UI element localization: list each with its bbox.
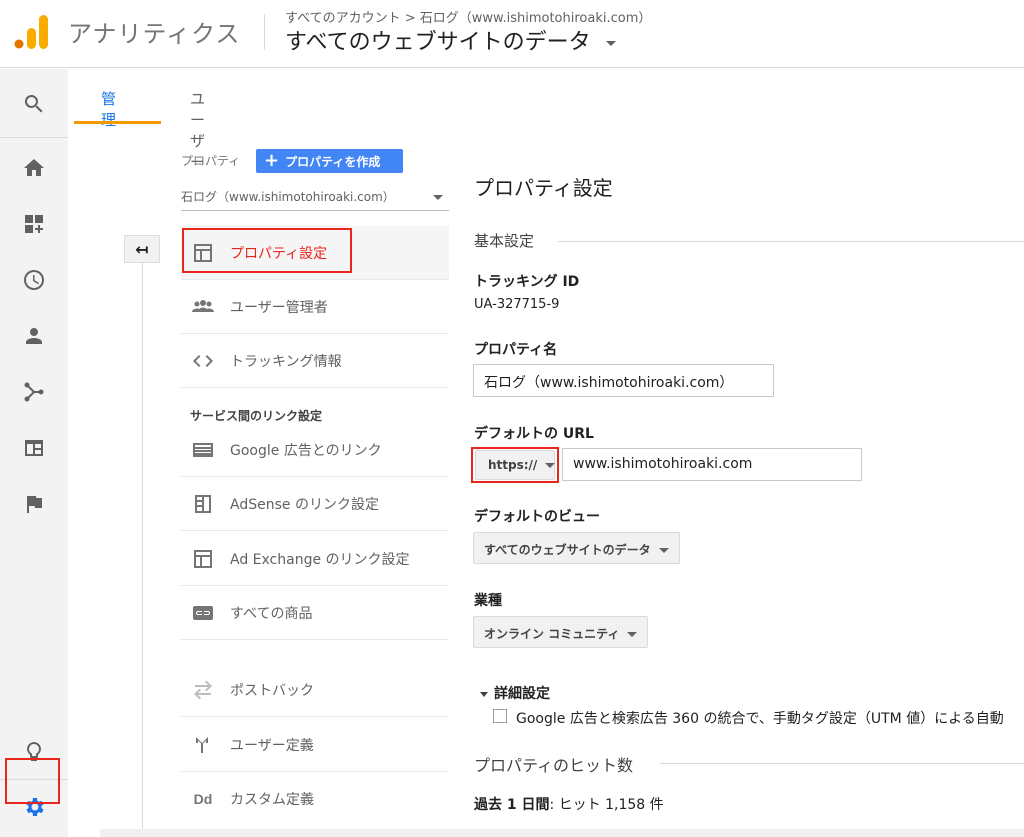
ad-exchange-layout-icon bbox=[191, 547, 215, 571]
section-divider bbox=[660, 763, 1024, 764]
plus-icon: + bbox=[264, 150, 280, 171]
advanced-settings-label: 詳細設定 bbox=[494, 686, 550, 702]
menu-adsense-link[interactable]: AdSense のリンク設定 bbox=[181, 477, 449, 531]
create-property-label: プロパティを作成 bbox=[285, 154, 381, 169]
menu-label: カスタム定義 bbox=[230, 792, 314, 808]
default-url-label: デフォルトの URL bbox=[474, 426, 594, 442]
default-view-label: デフォルトのビュー bbox=[474, 509, 600, 525]
column-divider bbox=[142, 263, 143, 833]
section-linking-label: サービス間のリンク設定 bbox=[190, 409, 323, 423]
auto-tagging-override-checkbox[interactable] bbox=[493, 709, 507, 723]
property-name-label: プロパティ名 bbox=[474, 342, 558, 358]
highlight-admin-box bbox=[5, 758, 60, 804]
industry-value: オンライン コミュニティ bbox=[484, 627, 620, 641]
acquisition-icon[interactable] bbox=[20, 378, 48, 406]
menu-label: ポストバック bbox=[230, 683, 314, 699]
customization-icon[interactable] bbox=[20, 210, 48, 238]
link-chain-icon bbox=[191, 601, 215, 625]
header-divider bbox=[264, 14, 265, 50]
merge-branch-icon bbox=[191, 733, 215, 757]
menu-all-products[interactable]: すべての商品 bbox=[181, 586, 449, 640]
menu-ad-exchange-link[interactable]: Ad Exchange のリンク設定 bbox=[181, 532, 449, 586]
back-arrow-icon: ↤ bbox=[135, 239, 149, 259]
highlight-protocol-box bbox=[471, 447, 559, 483]
default-view-value: すべてのウェブサイトのデータ bbox=[484, 543, 651, 557]
search-icon[interactable] bbox=[20, 90, 48, 118]
menu-label: トラッキング情報 bbox=[230, 354, 342, 370]
page-title: プロパティ設定 bbox=[474, 176, 613, 200]
hits-value: : ヒット 1,158 件 bbox=[549, 797, 664, 813]
view-title: すべてのウェブサイトのデータ bbox=[285, 30, 591, 55]
menu-label: AdSense のリンク設定 bbox=[230, 497, 379, 513]
tracking-id-value: UA-327715-9 bbox=[474, 297, 560, 312]
audience-person-icon[interactable] bbox=[20, 322, 48, 350]
menu-user-management[interactable]: ユーザー管理者 bbox=[181, 280, 449, 334]
basic-settings-heading: 基本設定 bbox=[474, 232, 535, 250]
menu-user-definitions[interactable]: ユーザー定義 bbox=[181, 718, 449, 772]
menu-tracking-info[interactable]: トラッキング情報 bbox=[181, 334, 449, 388]
chevron-down-icon bbox=[627, 632, 638, 637]
menu-postback[interactable]: ポストバック bbox=[181, 663, 449, 717]
realtime-clock-icon[interactable] bbox=[20, 266, 48, 294]
conversions-flag-icon[interactable] bbox=[20, 490, 48, 518]
users-group-icon bbox=[191, 295, 215, 319]
menu-custom-definitions[interactable]: Dd カスタム定義 bbox=[181, 772, 449, 826]
analytics-logo-icon[interactable] bbox=[14, 14, 48, 50]
property-selector[interactable]: 石ログ（www.ishimotohiroaki.com） bbox=[181, 184, 449, 211]
chevron-down-icon bbox=[433, 195, 443, 200]
home-icon[interactable] bbox=[20, 154, 48, 182]
section-divider bbox=[558, 241, 1024, 242]
advanced-settings-toggle[interactable]: 詳細設定 bbox=[480, 683, 550, 703]
rail-divider bbox=[0, 137, 68, 138]
behavior-icon[interactable] bbox=[20, 434, 48, 462]
auto-tagging-override-label: Google 広告と検索広告 360 の統合で、手動タグ設定（UTM 値）による… bbox=[516, 711, 1004, 727]
expand-triangle-icon bbox=[480, 691, 488, 697]
chevron-down-icon bbox=[658, 548, 669, 553]
menu-label: ユーザー管理者 bbox=[230, 300, 328, 316]
left-nav-rail bbox=[0, 69, 68, 837]
app-title: アナリティクス bbox=[68, 20, 241, 48]
adsense-icon bbox=[191, 492, 215, 516]
property-label: プロパティ bbox=[181, 154, 241, 168]
highlight-property-settings-box bbox=[182, 228, 352, 273]
property-name-input[interactable]: 石ログ（www.ishimotohiroaki.com） bbox=[473, 364, 774, 397]
industry-label: 業種 bbox=[474, 593, 502, 609]
property-selector-value: 石ログ（www.ishimotohiroaki.com） bbox=[181, 190, 395, 204]
dd-custom-icon: Dd bbox=[193, 791, 213, 807]
chevron-down-icon bbox=[605, 40, 616, 46]
industry-select[interactable]: オンライン コミュニティ bbox=[473, 616, 649, 648]
postback-arrows-icon bbox=[191, 678, 215, 702]
menu-label: Ad Exchange のリンク設定 bbox=[230, 552, 410, 568]
hits-period: 過去 1 日間 bbox=[474, 797, 550, 813]
default-view-select[interactable]: すべてのウェブサイトのデータ bbox=[473, 532, 680, 564]
active-tab-indicator bbox=[74, 121, 161, 124]
menu-google-ads-link[interactable]: Google 広告とのリンク bbox=[181, 423, 449, 477]
default-url-input[interactable]: www.ishimotohiroaki.com bbox=[562, 448, 862, 481]
ads-list-icon bbox=[191, 438, 215, 462]
menu-label: ユーザー定義 bbox=[230, 738, 314, 754]
code-brackets-icon bbox=[191, 349, 215, 373]
tracking-id-label: トラッキング ID bbox=[474, 274, 580, 290]
menu-label: Google 広告とのリンク bbox=[230, 443, 382, 459]
property-hits-heading: プロパティのヒット数 bbox=[474, 756, 634, 775]
top-header: アナリティクス すべてのアカウント > 石ログ（www.ishimotohiro… bbox=[0, 0, 1024, 68]
menu-label: すべての商品 bbox=[230, 606, 313, 622]
back-arrow-button[interactable]: ↤ bbox=[124, 235, 160, 263]
view-selector[interactable]: すべてのウェブサイトのデータ bbox=[285, 24, 616, 56]
property-hits-row: 過去 1 日間: ヒット 1,158 件 bbox=[474, 794, 664, 814]
horizontal-scrollbar[interactable] bbox=[100, 829, 1024, 837]
create-property-button[interactable]: + プロパティを作成 bbox=[256, 149, 403, 173]
